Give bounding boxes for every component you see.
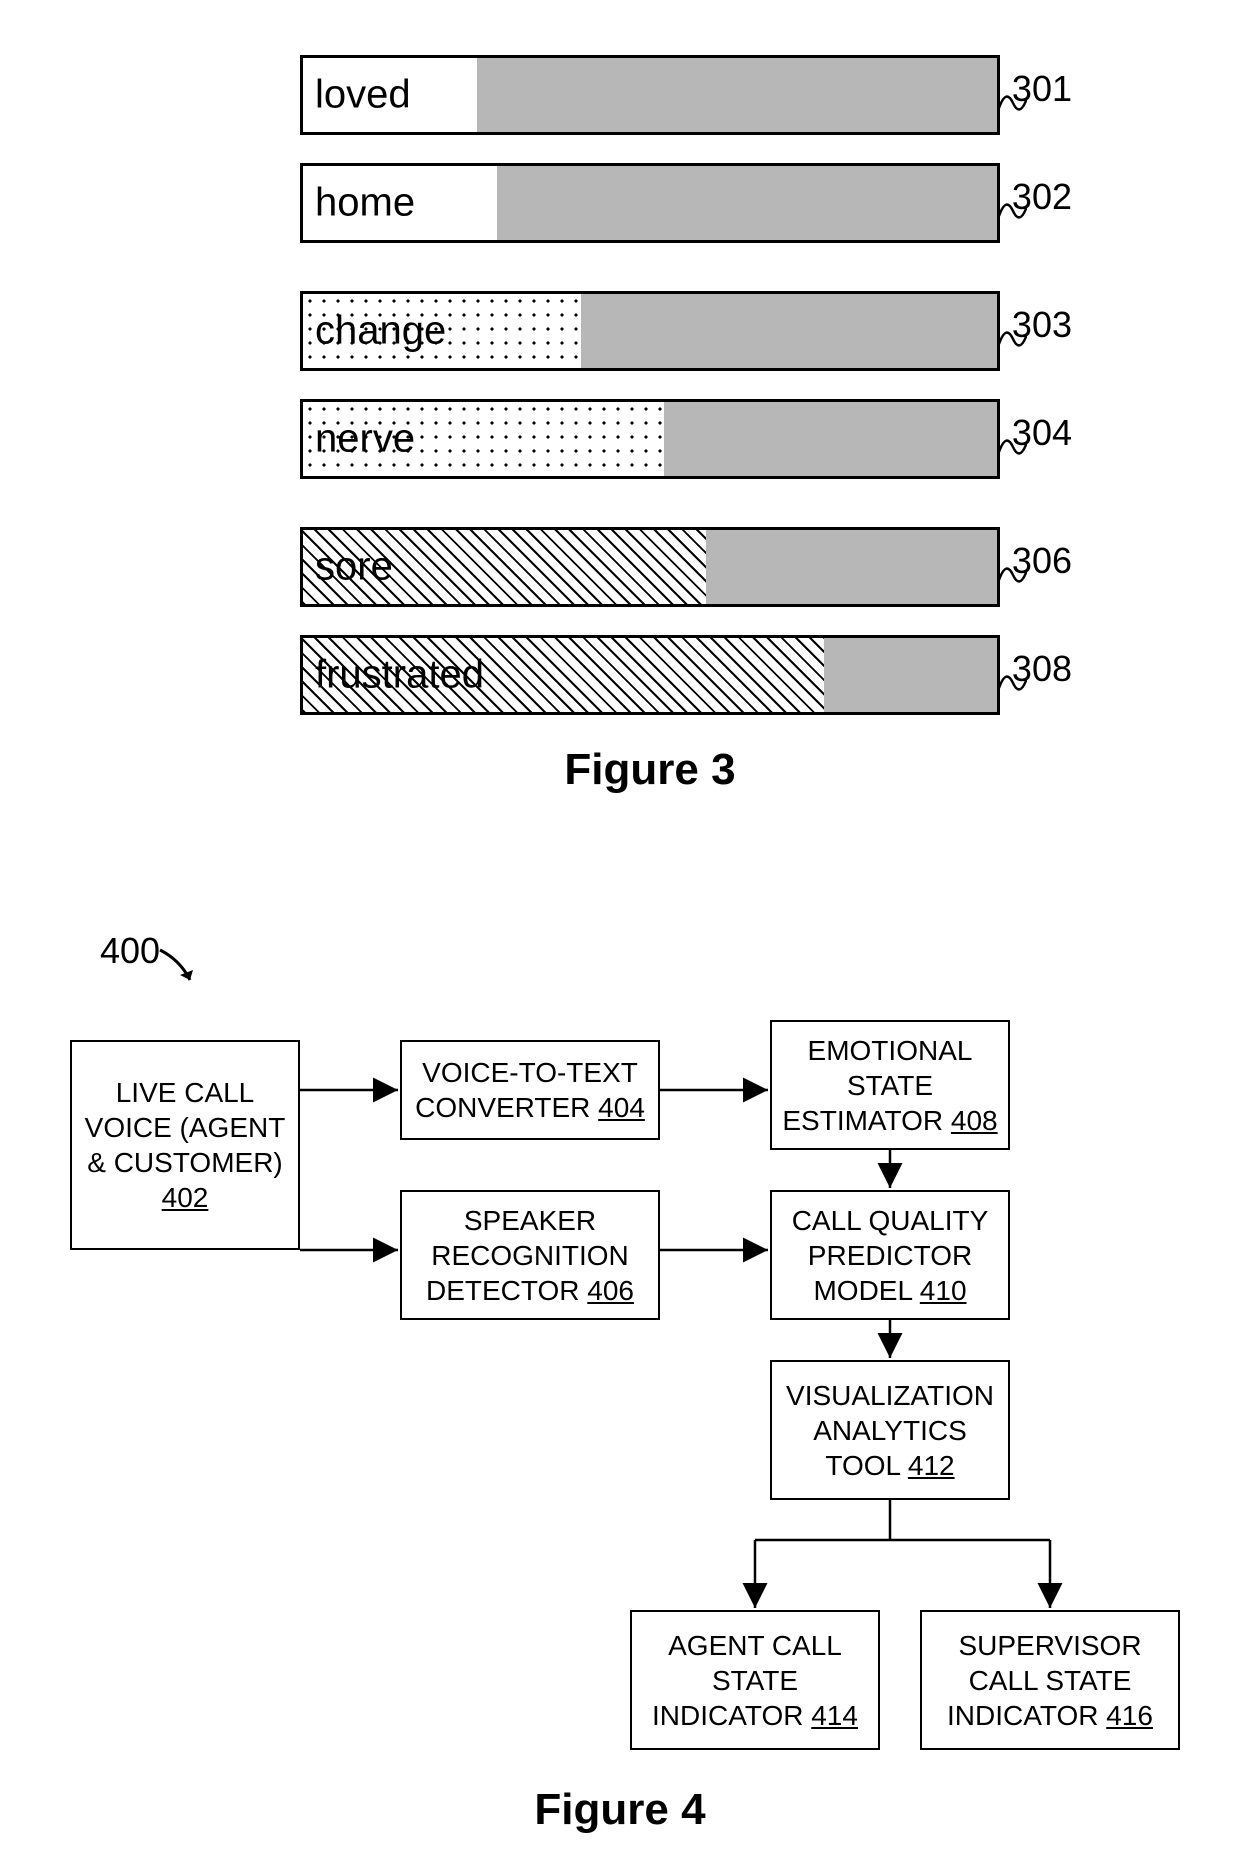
- bar-302: home 302: [300, 163, 1000, 243]
- bar-label: sore: [315, 545, 393, 590]
- bar-label: frustrated: [315, 653, 484, 698]
- bar-label: home: [315, 181, 415, 226]
- figure-4-caption: Figure 4: [0, 1785, 1240, 1835]
- figure-3-caption: Figure 3: [300, 745, 1000, 795]
- figure-3: loved 301 home 302 change 303 nerve 304 …: [300, 55, 1000, 795]
- bar-label: loved: [315, 73, 411, 118]
- bar-301: loved 301: [300, 55, 1000, 135]
- bar-306: sore 306: [300, 527, 1000, 607]
- bar-308: frustrated 308: [300, 635, 1000, 715]
- bar-303: change 303: [300, 291, 1000, 371]
- bar-ref: 304: [1012, 412, 1072, 454]
- bar-ref: 303: [1012, 304, 1072, 346]
- bar-label: nerve: [315, 417, 415, 462]
- bar-ref: 308: [1012, 648, 1072, 690]
- bar-ref: 301: [1012, 68, 1072, 110]
- bar-ref: 306: [1012, 540, 1072, 582]
- flow-arrows: [0, 930, 1240, 1830]
- figure-4: 400 LIVE CALL VOICE (AGENT & CUSTOMER)40…: [0, 930, 1240, 1830]
- bar-label: change: [315, 309, 446, 354]
- bar-304: nerve 304: [300, 399, 1000, 479]
- bar-ref: 302: [1012, 176, 1072, 218]
